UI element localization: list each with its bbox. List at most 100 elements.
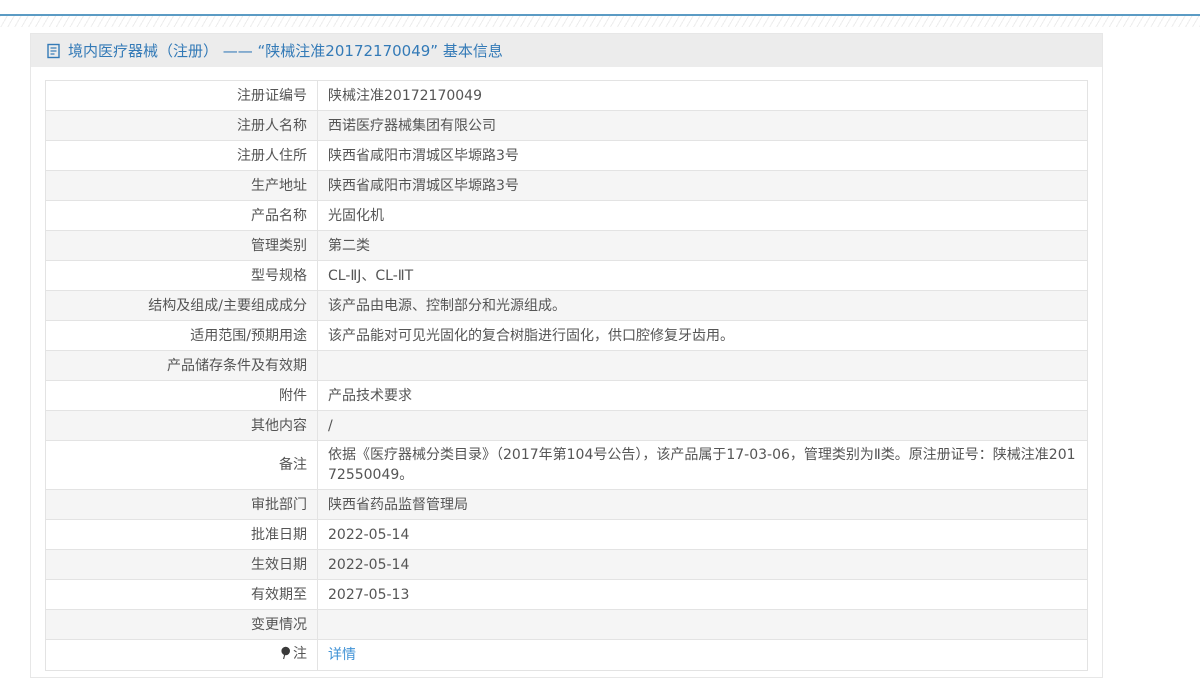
row-value-text: 第二类 — [328, 237, 370, 254]
row-label: 生产地址 — [45, 170, 318, 201]
row-value-text: 产品技术要求 — [328, 387, 412, 404]
page-title: 境内医疗器械（注册） —— “陕械注准20172170049” 基本信息 — [68, 42, 503, 60]
row-value: 产品技术要求 — [317, 380, 1088, 411]
row-value-text: 光固化机 — [328, 207, 384, 224]
row-label: 结构及组成/主要组成成分 — [45, 290, 318, 321]
row-value-text: 2027-05-13 — [328, 586, 410, 603]
row-value: 详情 — [317, 639, 1088, 671]
row-label: 适用范围/预期用途 — [45, 320, 318, 351]
table-row: 变更情况 — [45, 609, 1088, 640]
row-label: 附件 — [45, 380, 318, 411]
row-value: / — [317, 410, 1088, 441]
row-label: 产品储存条件及有效期 — [45, 350, 318, 381]
row-value: 陕西省咸阳市渭城区毕塬路3号 — [317, 140, 1088, 171]
row-value-text: 该产品由电源、控制部分和光源组成。 — [328, 297, 566, 314]
row-label-text: 有效期至 — [251, 586, 307, 603]
table-row: 注册人名称 西诺医疗器械集团有限公司 — [45, 110, 1088, 141]
table-row: 产品储存条件及有效期 — [45, 350, 1088, 381]
row-label: 变更情况 — [45, 609, 318, 640]
table-row: 注册证编号 陕械注准20172170049 — [45, 80, 1088, 111]
row-value-text: 陕械注准20172170049 — [328, 87, 482, 104]
info-table: 注册证编号 陕械注准20172170049 注册人名称 西诺医疗器械集团有限公司 注册人… — [45, 80, 1088, 671]
row-value: 西诺医疗器械集团有限公司 — [317, 110, 1088, 141]
row-value — [317, 350, 1088, 381]
table-row: 审批部门 陕西省药品监督管理局 — [45, 489, 1088, 520]
info-panel: 境内医疗器械（注册） —— “陕械注准20172170049” 基本信息 注册证… — [30, 33, 1103, 678]
row-label-text: 其他内容 — [251, 417, 307, 434]
row-label-text: 注册人住所 — [237, 147, 307, 164]
row-value: 该产品能对可见光固化的复合树脂进行固化，供口腔修复牙齿用。 — [317, 320, 1088, 351]
panel-header: 境内医疗器械（注册） —— “陕械注准20172170049” 基本信息 — [31, 34, 1102, 67]
row-label: 注册人住所 — [45, 140, 318, 171]
row-value: 陕械注准20172170049 — [317, 80, 1088, 111]
row-value: CL-ⅡJ、CL-ⅡT — [317, 260, 1088, 291]
row-label-text: 审批部门 — [251, 496, 307, 513]
row-label-text: 注册证编号 — [237, 87, 307, 104]
row-label-text: 产品储存条件及有效期 — [167, 357, 307, 374]
table-row: 附件 产品技术要求 — [45, 380, 1088, 411]
row-label-text: 生效日期 — [251, 556, 307, 573]
row-value: 该产品由电源、控制部分和光源组成。 — [317, 290, 1088, 321]
row-label: 备注 — [45, 440, 318, 490]
table-row: 适用范围/预期用途 该产品能对可见光固化的复合树脂进行固化，供口腔修复牙齿用。 — [45, 320, 1088, 351]
row-value: 2027-05-13 — [317, 579, 1088, 610]
top-decoration-strip — [0, 14, 1200, 27]
note-balloon-icon — [280, 646, 291, 666]
table-row: 生产地址 陕西省咸阳市渭城区毕塬路3号 — [45, 170, 1088, 201]
row-value: 陕西省咸阳市渭城区毕塬路3号 — [317, 170, 1088, 201]
row-value: 2022-05-14 — [317, 549, 1088, 580]
row-value-text: 陕西省咸阳市渭城区毕塬路3号 — [328, 177, 519, 194]
row-label-text: 注册人名称 — [237, 117, 307, 134]
table-row: 备注 依据《医疗器械分类目录》（2017年第104号公告），该产品属于17-03-… — [45, 440, 1088, 490]
panel-body: 注册证编号 陕械注准20172170049 注册人名称 西诺医疗器械集团有限公司 注册人… — [31, 67, 1102, 677]
row-value-text: 陕西省咸阳市渭城区毕塬路3号 — [328, 147, 519, 164]
row-label-text: 注 — [293, 646, 307, 662]
table-row: 有效期至 2027-05-13 — [45, 579, 1088, 610]
row-value: 陕西省药品监督管理局 — [317, 489, 1088, 520]
row-label-text: 管理类别 — [251, 237, 307, 254]
table-row: 产品名称 光固化机 — [45, 200, 1088, 231]
row-label: 批准日期 — [45, 519, 318, 550]
row-value-text: 2022-05-14 — [328, 556, 410, 573]
table-row: 生效日期 2022-05-14 — [45, 549, 1088, 580]
table-row: 结构及组成/主要组成成分 该产品由电源、控制部分和光源组成。 — [45, 290, 1088, 321]
table-row: 注册人住所 陕西省咸阳市渭城区毕塬路3号 — [45, 140, 1088, 171]
table-row: 其他内容 / — [45, 410, 1088, 441]
table-row: 批准日期 2022-05-14 — [45, 519, 1088, 550]
table-row: 型号规格 CL-ⅡJ、CL-ⅡT — [45, 260, 1088, 291]
row-label-text: 备注 — [279, 457, 307, 473]
row-value-text: 西诺医疗器械集团有限公司 — [328, 117, 496, 134]
row-label: 有效期至 — [45, 579, 318, 610]
table-row: 注 详情 — [45, 639, 1088, 671]
row-label-text: 结构及组成/主要组成成分 — [148, 297, 307, 314]
row-label: 型号规格 — [45, 260, 318, 291]
row-label-text: 产品名称 — [251, 207, 307, 224]
document-icon — [46, 43, 61, 59]
row-value — [317, 609, 1088, 640]
row-value: 2022-05-14 — [317, 519, 1088, 550]
row-value-text: 陕西省药品监督管理局 — [328, 496, 468, 513]
row-value: 光固化机 — [317, 200, 1088, 231]
row-label: 注 — [45, 639, 318, 671]
row-label-text: 生产地址 — [251, 177, 307, 194]
row-label: 注册人名称 — [45, 110, 318, 141]
row-value: 第二类 — [317, 230, 1088, 261]
detail-link[interactable]: 详情 — [328, 647, 356, 663]
row-value-text: 2022-05-14 — [328, 526, 410, 543]
row-label-text: 附件 — [279, 387, 307, 404]
row-value-text: 依据《医疗器械分类目录》（2017年第104号公告），该产品属于17-03-06… — [328, 447, 1076, 483]
row-value-text: CL-ⅡJ、CL-ⅡT — [328, 267, 414, 284]
row-label: 产品名称 — [45, 200, 318, 231]
row-label: 管理类别 — [45, 230, 318, 261]
table-row: 管理类别 第二类 — [45, 230, 1088, 261]
row-label-text: 批准日期 — [251, 526, 307, 543]
row-value: 依据《医疗器械分类目录》（2017年第104号公告），该产品属于17-03-06… — [317, 440, 1088, 490]
row-label-text: 适用范围/预期用途 — [190, 327, 307, 344]
row-label: 注册证编号 — [45, 80, 318, 111]
row-label: 审批部门 — [45, 489, 318, 520]
row-label: 生效日期 — [45, 549, 318, 580]
row-label-text: 变更情况 — [251, 616, 307, 633]
row-label: 其他内容 — [45, 410, 318, 441]
row-value-text: 该产品能对可见光固化的复合树脂进行固化，供口腔修复牙齿用。 — [328, 327, 734, 344]
row-label-text: 型号规格 — [251, 267, 307, 284]
